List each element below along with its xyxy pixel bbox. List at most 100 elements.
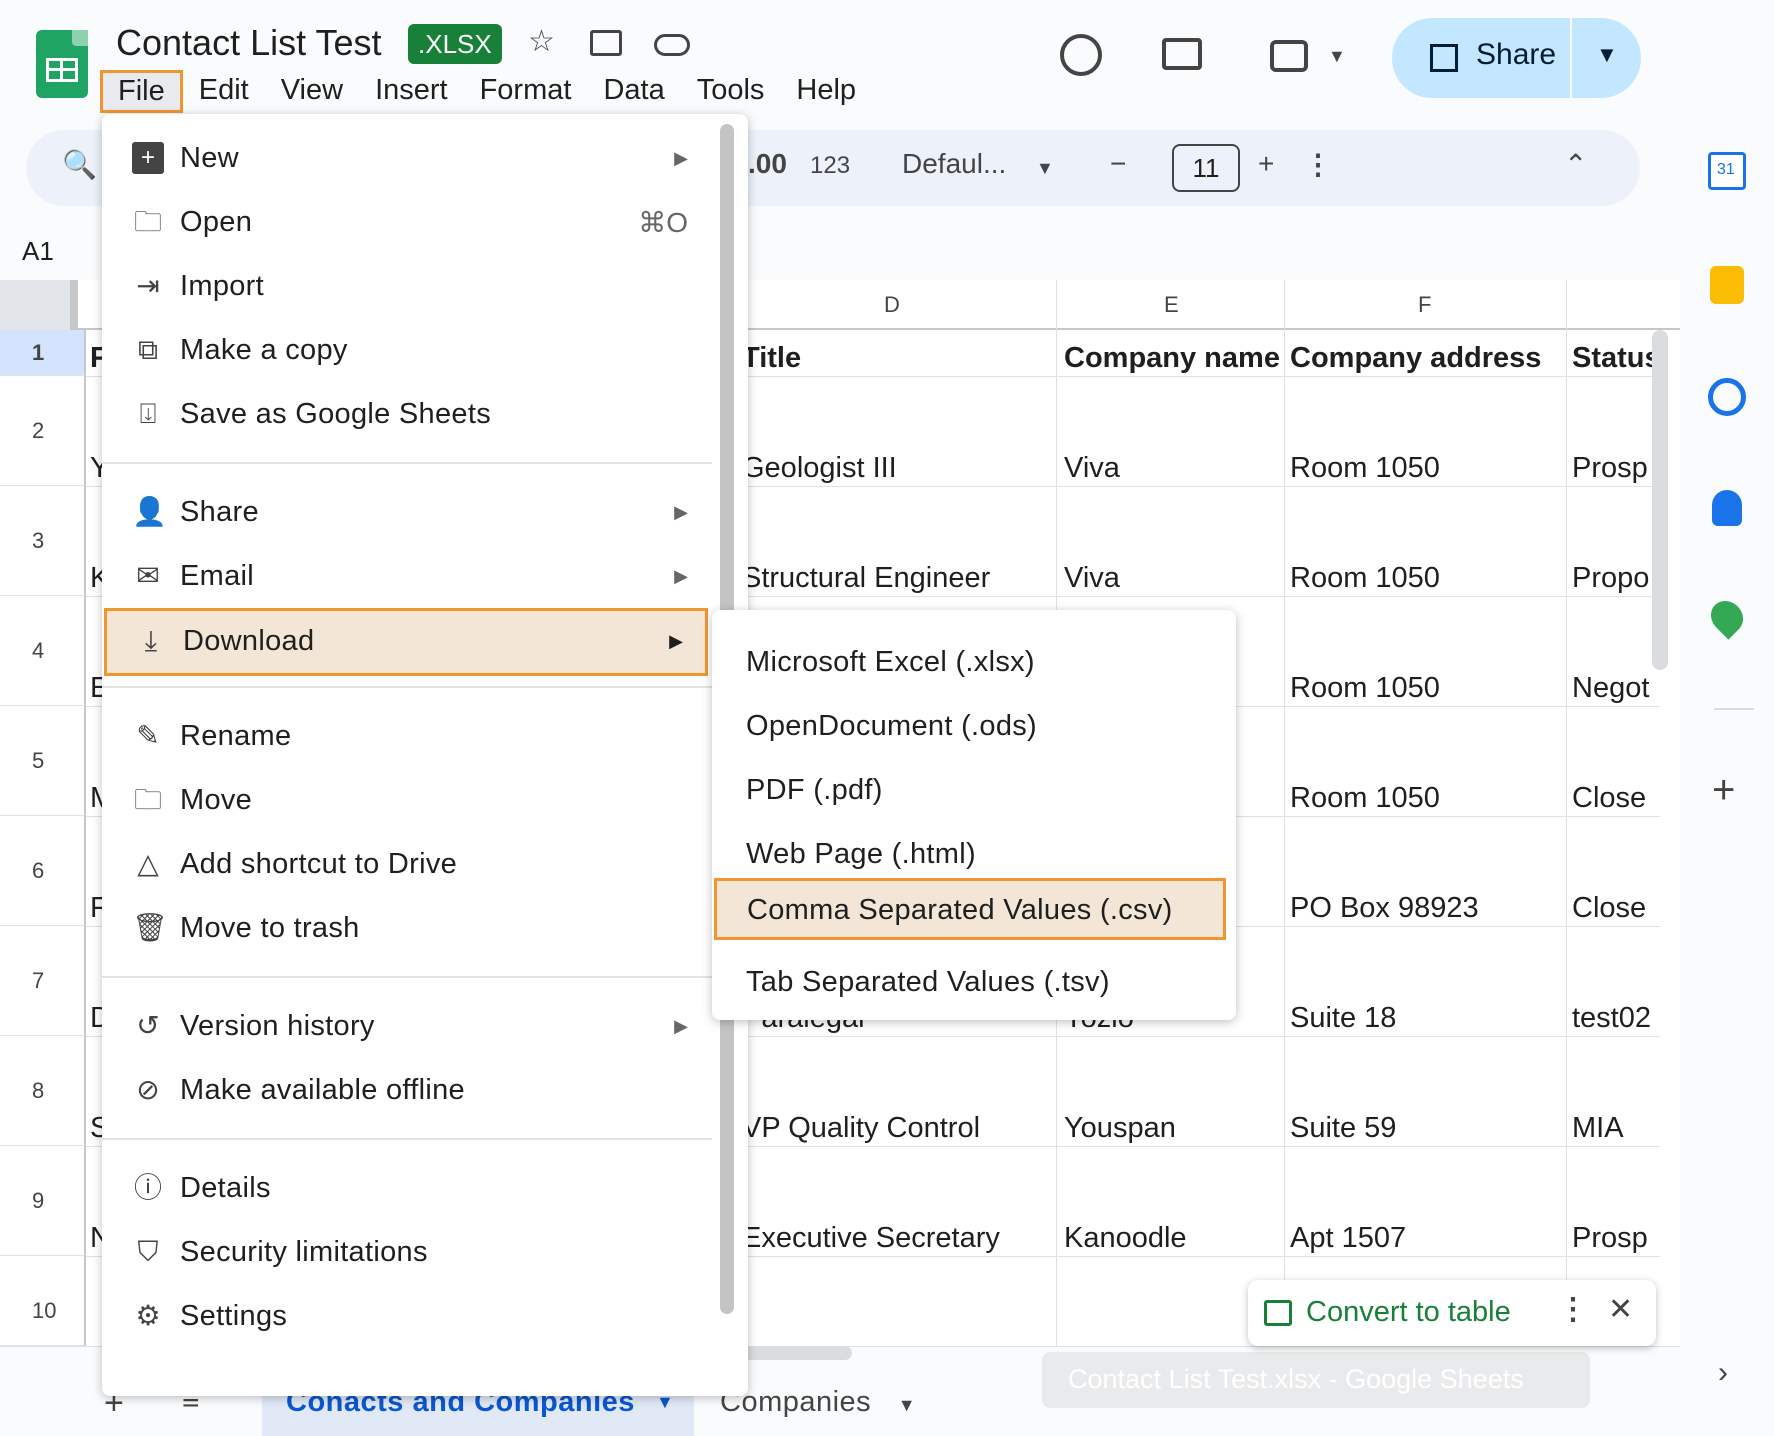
menu-item-move-to-trash[interactable]: 🗑 Move to trash (102, 898, 722, 962)
cell-e2[interactable]: Viva (1064, 452, 1284, 485)
font-family-select[interactable]: Defaul... (902, 148, 1006, 180)
tasks-icon[interactable] (1708, 378, 1746, 416)
cell-d8[interactable]: VP Quality Control (742, 1112, 1054, 1145)
menu-item-details[interactable]: ⓘ Details (102, 1158, 722, 1222)
cell-a8[interactable]: S (90, 1112, 102, 1145)
cell-e8[interactable]: Youspan (1064, 1112, 1284, 1145)
cell-d2[interactable]: Geologist III (742, 452, 1054, 485)
cell-g4[interactable]: Negot (1572, 672, 1660, 705)
cell-a5[interactable]: M (90, 782, 102, 815)
cell-g7[interactable]: test02 (1572, 1002, 1660, 1035)
menu-item-download[interactable]: ⤓ Download ▶ (104, 608, 708, 676)
add-addon-icon[interactable]: + (1712, 768, 1735, 813)
number-format-button[interactable]: 123 (810, 152, 850, 180)
menu-help[interactable]: Help (780, 70, 872, 113)
calendar-icon[interactable]: 31 (1708, 152, 1746, 190)
menu-item-make-a-copy[interactable]: ⧉ Make a copy (102, 320, 722, 384)
row-header-5[interactable]: 5 (0, 706, 86, 816)
column-header-d[interactable]: D (884, 292, 900, 318)
cell-f2[interactable]: Room 1050 (1290, 452, 1564, 485)
cell-d3[interactable]: Structural Engineer (742, 562, 1054, 595)
cell-f7[interactable]: Suite 18 (1290, 1002, 1564, 1035)
search-menus-icon[interactable]: 🔍 (62, 148, 97, 181)
row-header-6[interactable]: 6 (0, 816, 86, 926)
menu-item-move[interactable]: 🗀 Move (102, 770, 722, 834)
menu-item-open[interactable]: 🗀 Open ⌘O (102, 192, 722, 256)
maps-icon[interactable] (1704, 594, 1750, 640)
font-size-input[interactable]: 11 (1172, 144, 1240, 192)
cell-d9[interactable]: Executive Secretary (742, 1222, 1054, 1255)
cell-f8[interactable]: Suite 59 (1290, 1112, 1564, 1145)
menu-item-security-limitations[interactable]: ⛉ Security limitations (102, 1222, 722, 1286)
comments-icon[interactable] (1162, 38, 1202, 70)
increase-decimal-button[interactable]: .00 (748, 148, 787, 180)
cell-e9[interactable]: Kanoodle (1064, 1222, 1284, 1255)
menu-item-import[interactable]: ⇥ Import (102, 256, 722, 320)
convert-to-table-chip[interactable]: Convert to table ⋮ ✕ (1248, 1280, 1656, 1346)
cell-a9[interactable]: N (90, 1222, 102, 1255)
cell-d1[interactable]: Title (742, 342, 1054, 375)
cell-f3[interactable]: Room 1050 (1290, 562, 1564, 595)
cell-a2[interactable]: Y (90, 452, 102, 485)
sheets-logo-icon[interactable] (36, 30, 88, 98)
more-options-icon[interactable]: ⋮ (1558, 1292, 1588, 1327)
menu-insert[interactable]: Insert (359, 70, 464, 113)
download-ods[interactable]: OpenDocument (.ods) (712, 696, 1236, 760)
row-header-4[interactable]: 4 (0, 596, 86, 706)
cell-g8[interactable]: MIA (1572, 1112, 1660, 1145)
close-icon[interactable]: ✕ (1608, 1292, 1633, 1327)
expand-panel-icon[interactable]: › (1718, 1356, 1728, 1390)
row-header-9[interactable]: 9 (0, 1146, 86, 1256)
horizontal-scrollbar[interactable] (740, 1346, 852, 1360)
cell-a7[interactable]: D (90, 1002, 102, 1035)
cell-a3[interactable]: K (90, 562, 102, 595)
download-pdf[interactable]: PDF (.pdf) (712, 760, 1236, 824)
cell-f5[interactable]: Room 1050 (1290, 782, 1564, 815)
menu-item-email[interactable]: ✉ Email ▶ (102, 546, 722, 610)
sheet-tab-companies[interactable]: Companies ▼ (720, 1386, 916, 1419)
download-tsv[interactable]: Tab Separated Values (.tsv) (712, 952, 1236, 1016)
cell-f1[interactable]: Company address (1290, 342, 1564, 375)
history-icon[interactable] (1060, 34, 1102, 76)
menu-item-new[interactable]: + New ▶ (102, 128, 722, 192)
cell-g9[interactable]: Prosp (1572, 1222, 1660, 1255)
cell-a4[interactable]: E (90, 672, 102, 705)
keep-icon[interactable] (1710, 266, 1744, 304)
cell-a1[interactable]: F (90, 342, 102, 375)
select-all-corner[interactable] (0, 280, 78, 330)
contacts-icon[interactable] (1712, 490, 1742, 526)
column-header-e[interactable]: E (1164, 292, 1179, 318)
menu-item-add-shortcut-to-drive[interactable]: △ Add shortcut to Drive (102, 834, 722, 898)
vertical-scrollbar[interactable] (1652, 330, 1668, 670)
row-header-1[interactable]: 1 (0, 330, 86, 376)
cell-g3[interactable]: Propo (1572, 562, 1660, 595)
cell-g1[interactable]: Status (1572, 342, 1660, 375)
meet-dropdown-icon[interactable]: ▼ (1328, 46, 1346, 67)
convert-to-table-label[interactable]: Convert to table (1306, 1296, 1511, 1329)
move-folder-icon[interactable] (590, 30, 622, 56)
name-box[interactable]: A1 (22, 236, 54, 267)
font-family-dropdown-icon[interactable]: ▼ (1036, 158, 1054, 179)
cell-g5[interactable]: Close (1572, 782, 1660, 815)
row-header-7[interactable]: 7 (0, 926, 86, 1036)
decrease-font-size-button[interactable]: − (1110, 148, 1126, 180)
star-icon[interactable]: ☆ (528, 24, 555, 59)
menu-data[interactable]: Data (587, 70, 680, 113)
cell-e3[interactable]: Viva (1064, 562, 1284, 595)
cell-e1[interactable]: Company name (1064, 342, 1284, 375)
cell-f4[interactable]: Room 1050 (1290, 672, 1564, 705)
column-header-f[interactable]: F (1418, 292, 1431, 318)
menu-item-share[interactable]: 👤 Share ▶ (102, 482, 722, 546)
cell-g6[interactable]: Close (1572, 892, 1660, 925)
menu-item-version-history[interactable]: ↺ Version history ▶ (102, 996, 722, 1060)
menu-view[interactable]: View (265, 70, 359, 113)
cloud-status-icon[interactable] (654, 34, 690, 56)
document-title[interactable]: Contact List Test (116, 22, 381, 64)
share-button[interactable]: Share ▼ (1392, 18, 1641, 98)
increase-font-size-button[interactable]: + (1258, 148, 1274, 180)
menu-tools[interactable]: Tools (681, 70, 781, 113)
cell-g2[interactable]: Prosp (1572, 452, 1660, 485)
download-csv[interactable]: Comma Separated Values (.csv) (714, 878, 1226, 940)
cell-f6[interactable]: PO Box 98923 (1290, 892, 1564, 925)
download-xlsx[interactable]: Microsoft Excel (.xlsx) (712, 632, 1236, 696)
